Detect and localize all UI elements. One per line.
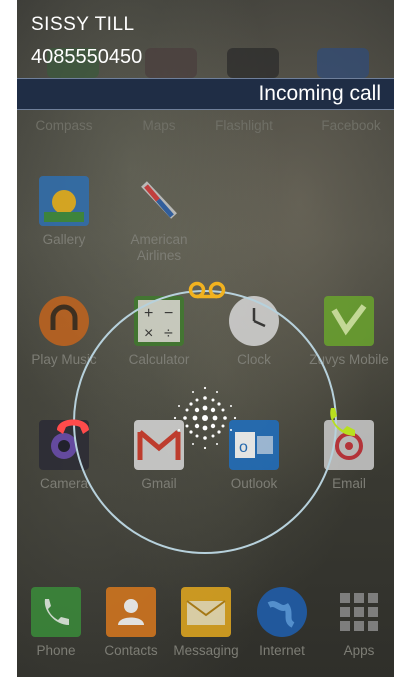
american-airlines-icon: [134, 176, 184, 226]
app-label: American Airlines: [130, 232, 188, 263]
incoming-call-screen: SISSY TILL 4085550450 Incoming call Comp…: [17, 0, 394, 677]
gallery-icon: [39, 176, 89, 226]
app-facebook: Facebook: [310, 112, 392, 133]
decline-call-icon[interactable]: [53, 410, 93, 438]
play-music-icon: [39, 296, 89, 346]
incoming-call-bar: Incoming call: [17, 78, 394, 110]
caller-number: 4085550450: [31, 46, 143, 68]
app-flashlight: Flashlight: [203, 112, 285, 133]
app-label: Contacts: [104, 643, 158, 658]
app-label: Gallery: [42, 232, 86, 247]
phone-icon: [31, 587, 81, 637]
maps-icon: [145, 48, 197, 78]
app-label: Phone: [36, 643, 76, 658]
incoming-call-label: Incoming call: [258, 82, 381, 105]
apps-grid-icon: [334, 587, 384, 637]
internet-icon: [257, 587, 307, 637]
dock-contacts: Contacts: [90, 587, 172, 658]
swipe-dots-graphic: [173, 386, 237, 450]
app-maps: Maps: [118, 112, 200, 133]
app-label: Messaging: [173, 643, 239, 658]
app-label: Apps: [343, 643, 375, 658]
app-label: Maps: [142, 118, 176, 133]
app-label: Compass: [35, 118, 93, 133]
voicemail-icon[interactable]: [187, 279, 227, 301]
dock-phone: Phone: [17, 587, 97, 658]
app-american-airlines: American Airlines: [118, 176, 200, 264]
answer-call-icon[interactable]: [323, 404, 359, 440]
dock-messaging: Messaging: [165, 587, 247, 658]
app-label: Flashlight: [215, 118, 273, 133]
zuvys-mobile-icon: [324, 296, 374, 346]
app-label: Facebook: [321, 118, 381, 133]
app-zuvys-mobile: Zuvys Mobile: [308, 296, 390, 367]
caller-name: SISSY TILL: [31, 14, 135, 35]
app-compass: Compass: [23, 112, 105, 133]
flashlight-icon: [227, 48, 279, 78]
app-gallery: Gallery: [23, 176, 105, 247]
contacts-icon: [106, 587, 156, 637]
app-label: Internet: [259, 643, 305, 658]
dock-apps[interactable]: Apps: [318, 587, 394, 658]
facebook-icon: [317, 48, 369, 78]
dock-internet: Internet: [241, 587, 323, 658]
messaging-icon: [181, 587, 231, 637]
